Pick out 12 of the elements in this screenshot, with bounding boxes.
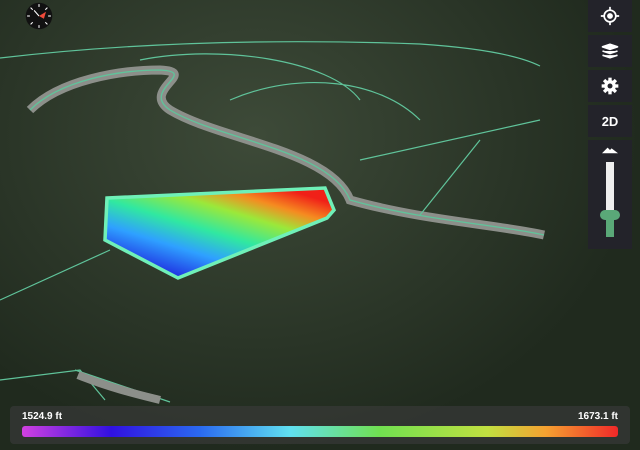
max-elevation-label: 1673.1 ft [578, 411, 618, 422]
settings-button[interactable] [588, 70, 632, 102]
min-elevation-label: 1524.9 ft [22, 411, 62, 422]
slider-thumb[interactable] [600, 210, 620, 220]
layers-icon [600, 41, 620, 61]
mountain-icon [600, 146, 620, 154]
layers-button[interactable] [588, 35, 632, 67]
satellite-map-photo[interactable] [0, 0, 640, 450]
settings-icon [600, 76, 620, 96]
crosshair-icon [600, 6, 620, 26]
view-mode-button[interactable]: 2D [588, 105, 632, 137]
locate-button[interactable] [588, 0, 632, 32]
